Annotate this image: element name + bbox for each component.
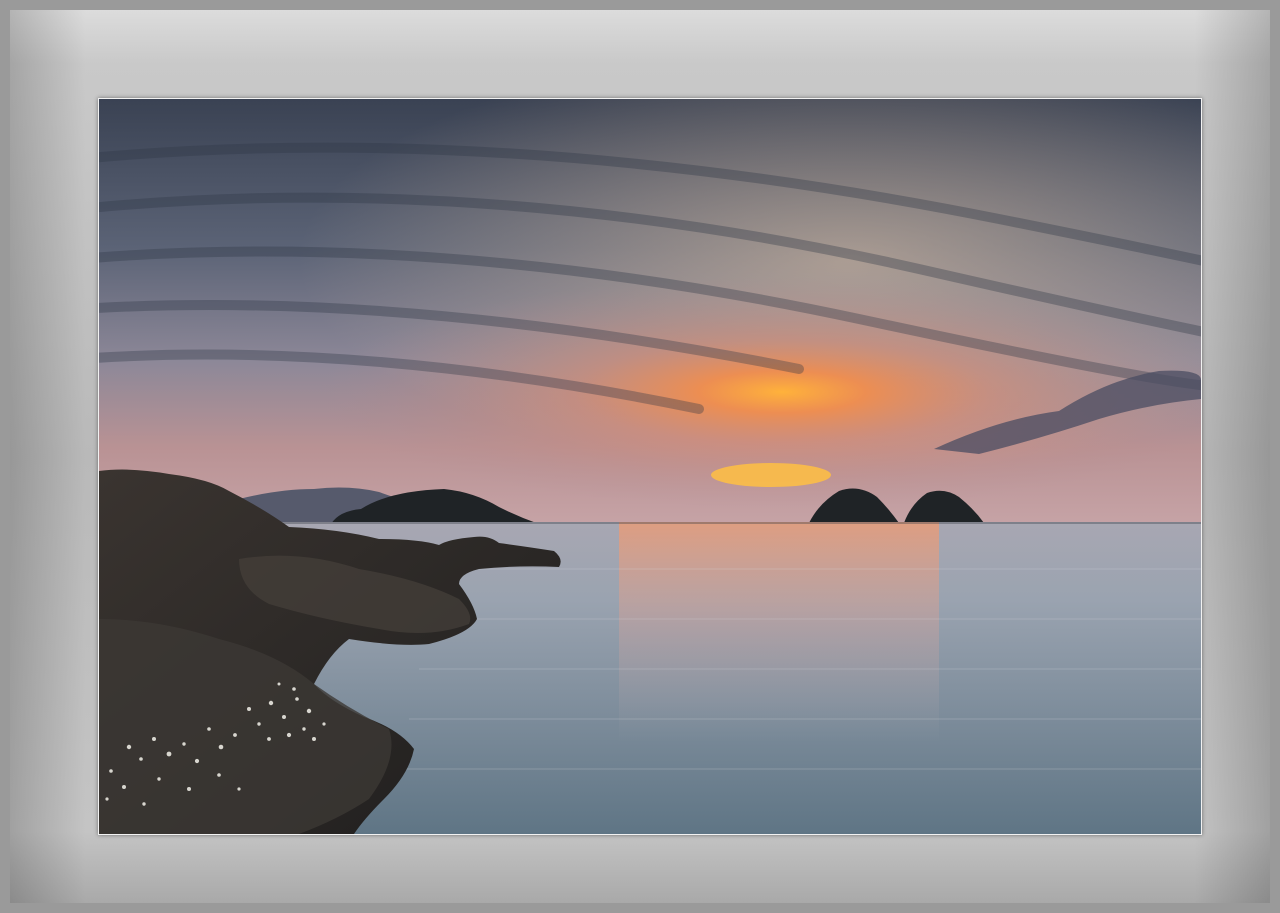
sun — [711, 463, 831, 487]
sun-reflection — [619, 522, 939, 742]
photo-canvas — [99, 99, 1201, 834]
picture-frame — [0, 0, 1280, 913]
sunset-seascape-photo — [98, 98, 1202, 835]
